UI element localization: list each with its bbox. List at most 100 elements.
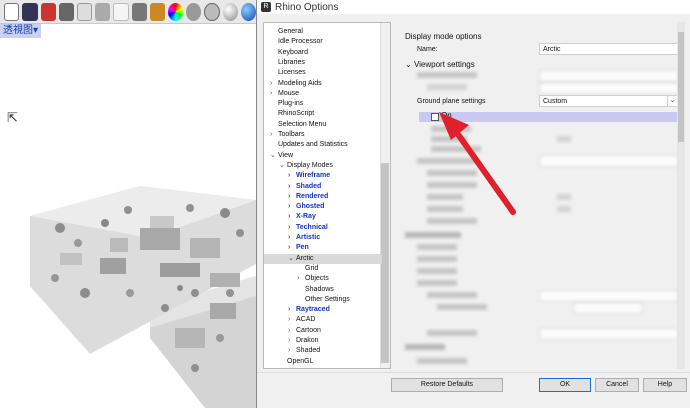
chevron-right-icon[interactable]: ›: [270, 89, 278, 99]
chevron-right-icon[interactable]: ›: [270, 130, 278, 140]
tree-item[interactable]: › Pen: [264, 243, 309, 253]
chevron-right-icon[interactable]: ›: [288, 171, 296, 181]
tree-item[interactable]: ⌄ Arctic: [264, 253, 382, 264]
section-display-mode-options: Display mode options: [405, 32, 482, 41]
chevron-down-icon[interactable]: ⌄: [279, 161, 287, 171]
tree-item[interactable]: › X-Ray: [264, 212, 316, 222]
chevron-down-icon: ⌄: [405, 60, 414, 69]
options-tree[interactable]: General Idle Processor Keyboard Libraries Li…: [263, 22, 391, 369]
chevron-down-icon[interactable]: ⌄: [667, 96, 677, 106]
tree-item[interactable]: Shadows: [264, 285, 334, 295]
tree-item[interactable]: Idle Processor: [264, 37, 323, 47]
chevron-down-icon[interactable]: ⌄: [270, 151, 278, 161]
cancel-button[interactable]: Cancel: [595, 378, 639, 392]
on-checkbox-label[interactable]: On: [441, 111, 452, 120]
dialog-title: Rhino Options: [275, 1, 339, 13]
tree-item-label: Shaded: [296, 182, 322, 190]
tree-item-label: View: [278, 151, 294, 159]
chevron-right-icon[interactable]: ›: [288, 212, 296, 222]
tree-item-label: Ghosted: [296, 203, 325, 211]
chevron-right-icon[interactable]: ›: [288, 202, 296, 212]
tree-item[interactable]: › Shaded: [264, 346, 320, 356]
dialog-titlebar[interactable]: R Rhino Options: [257, 0, 690, 14]
tree-item[interactable]: › Toolbars: [264, 130, 304, 140]
tree-item[interactable]: › Objects: [264, 274, 329, 284]
tree-item[interactable]: Other Settings: [264, 295, 350, 305]
name-field[interactable]: Arctic: [539, 43, 679, 55]
restore-defaults-button[interactable]: Restore Defaults: [391, 378, 503, 392]
tree-item[interactable]: RhinoScript: [264, 109, 314, 119]
tree-item[interactable]: Keyboard: [264, 48, 308, 58]
tree-item[interactable]: › Rendered: [264, 192, 328, 202]
tree-item[interactable]: › Mouse: [264, 89, 299, 99]
tree-item-label: Keyboard: [278, 48, 308, 56]
grid-sphere-icon[interactable]: [204, 2, 220, 21]
tree-item[interactable]: Licenses: [264, 68, 306, 78]
viewport[interactable]: ⇱: [0, 38, 256, 408]
tree-item[interactable]: Selection Menu: [264, 120, 326, 130]
tree-item[interactable]: Plug-ins: [264, 99, 303, 109]
color-wheel-icon[interactable]: [168, 2, 184, 21]
tree-item[interactable]: ⌄ View: [264, 151, 293, 161]
tree-item-label: X-Ray: [296, 213, 316, 221]
on-checkbox[interactable]: [431, 113, 439, 121]
ground-plane-dropdown[interactable]: Custom: [539, 95, 679, 107]
tree-item[interactable]: ⌄ Display Modes: [264, 161, 333, 171]
layout-icon[interactable]: [22, 2, 38, 21]
panel-scrollbar[interactable]: [677, 22, 685, 369]
tree-item[interactable]: Grid: [264, 264, 318, 274]
sphere-icon[interactable]: [222, 2, 238, 21]
tree-item[interactable]: Libraries: [264, 58, 305, 68]
tree-item-label: ACAD: [296, 316, 316, 324]
tree-item[interactable]: › ACAD: [264, 315, 315, 325]
tree-scrollbar[interactable]: [380, 23, 390, 368]
chevron-right-icon[interactable]: ›: [288, 346, 296, 356]
tree-item[interactable]: › Shaded: [264, 182, 321, 192]
panel-scrollbar-thumb[interactable]: [678, 32, 684, 142]
car-icon[interactable]: [40, 2, 56, 21]
pen-icon[interactable]: [58, 2, 74, 21]
chevron-right-icon[interactable]: ›: [288, 243, 296, 253]
box-icon[interactable]: [131, 2, 147, 21]
key-icon[interactable]: [95, 2, 111, 21]
chevron-right-icon[interactable]: ›: [288, 305, 296, 315]
tree-item[interactable]: › Drakon: [264, 336, 319, 346]
chevron-right-icon[interactable]: ›: [288, 223, 296, 233]
tree-item-label: Drakon: [296, 337, 319, 344]
tree-item[interactable]: › Cartoon: [264, 326, 321, 336]
tree-item[interactable]: OpenGL: [264, 357, 313, 367]
tree-item[interactable]: › Artistic: [264, 233, 320, 243]
tree-item[interactable]: › Ghosted: [264, 202, 324, 212]
chevron-right-icon[interactable]: ›: [297, 274, 305, 284]
viewport-tab[interactable]: 透視图▾: [0, 24, 42, 38]
tree-item[interactable]: › Technical: [264, 223, 328, 233]
tree-item-label: Objects: [305, 275, 329, 283]
blue-sphere-icon[interactable]: [240, 2, 256, 21]
tree-item-label: Arctic: [296, 254, 314, 262]
chevron-right-icon[interactable]: ›: [288, 326, 296, 336]
chevron-right-icon[interactable]: ›: [288, 233, 296, 243]
chevron-right-icon[interactable]: ›: [270, 79, 278, 89]
chevron-down-icon[interactable]: ⌄: [288, 254, 296, 264]
tree-item[interactable]: › Modeling Aids: [264, 79, 322, 89]
grid-icon[interactable]: [4, 2, 20, 21]
tree-item[interactable]: Updates and Statistics: [264, 140, 348, 150]
chevron-right-icon[interactable]: ›: [288, 315, 296, 325]
chevron-right-icon[interactable]: ›: [288, 336, 296, 346]
tree-scrollbar-thumb[interactable]: [381, 163, 389, 363]
material-icon[interactable]: [149, 2, 166, 21]
bulb-icon[interactable]: [113, 2, 129, 21]
help-button[interactable]: Help: [643, 378, 687, 392]
tree-item[interactable]: › Raytraced: [264, 305, 330, 315]
tree-item-label: Display Modes: [287, 161, 333, 169]
curve-icon[interactable]: [76, 2, 93, 21]
chevron-right-icon[interactable]: ›: [288, 182, 296, 192]
render-icon[interactable]: [186, 2, 202, 21]
chevron-right-icon[interactable]: ›: [288, 192, 296, 202]
tree-item-label: Cartoon: [296, 326, 321, 334]
tree-item[interactable]: General: [264, 27, 303, 37]
ok-button[interactable]: OK: [539, 378, 591, 392]
section-viewport-settings[interactable]: ⌄ Viewport settings: [405, 60, 475, 69]
tree-item-label: Technical: [296, 223, 328, 231]
tree-item[interactable]: › Wireframe: [264, 171, 330, 181]
